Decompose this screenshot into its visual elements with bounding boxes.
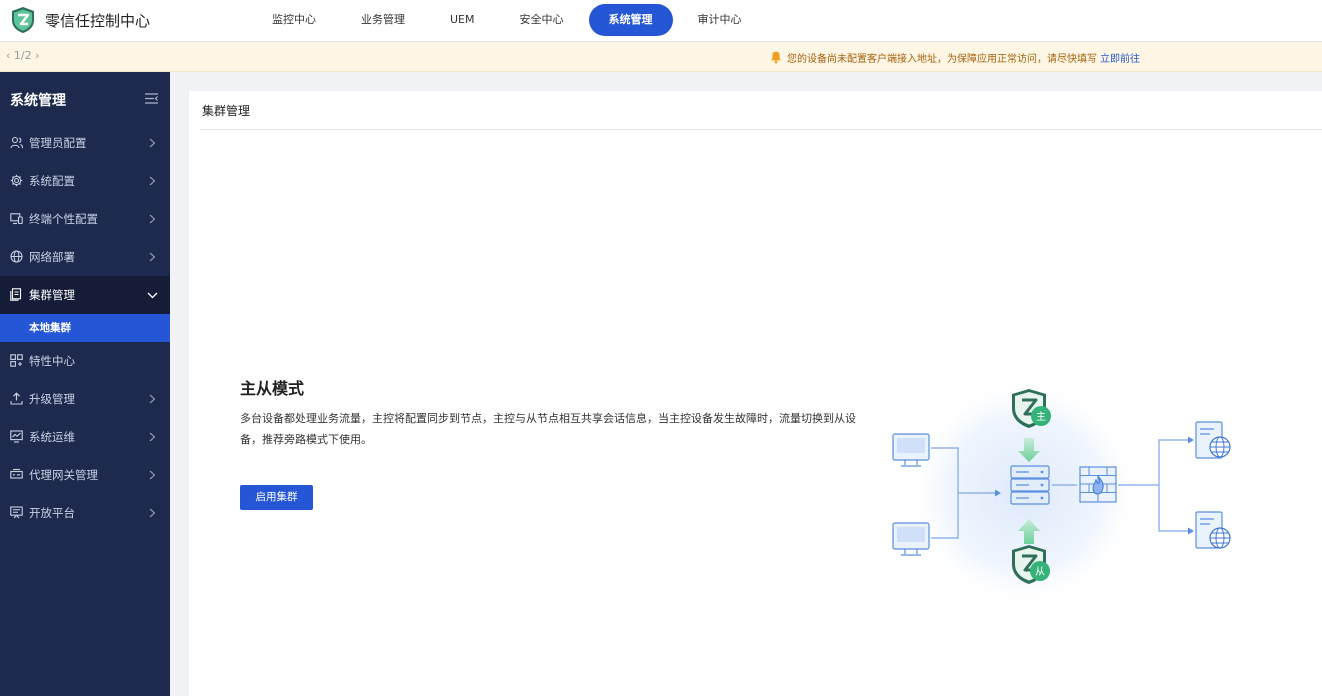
nav-uem[interactable]: UEM — [430, 4, 495, 36]
sidebar-item-proxy-gateway[interactable]: 代理网关管理 — [0, 456, 170, 494]
sidebar-item-ops[interactable]: 系统运维 — [0, 418, 170, 456]
globe-icon — [10, 250, 23, 263]
master-badge-label: 主 — [1036, 411, 1046, 423]
web-server-icon — [1195, 511, 1231, 549]
nav-business[interactable]: 业务管理 — [341, 4, 425, 36]
bell-icon — [771, 51, 781, 64]
sidebar-item-upgrade[interactable]: 升级管理 — [0, 380, 170, 418]
sidebar-item-open-platform[interactable]: 开放平台 — [0, 494, 170, 532]
apps-icon — [10, 354, 23, 367]
upload-icon — [10, 392, 23, 405]
title-divider — [200, 129, 1322, 130]
sidebar-subitem-local-cluster[interactable]: 本地集群 — [0, 314, 170, 342]
sidebar-item-label: 特性中心 — [29, 354, 75, 368]
cluster-icon — [10, 288, 22, 301]
chevron-right-icon — [149, 252, 156, 262]
mode-title: 主从模式 — [240, 379, 305, 398]
sidebar-item-label: 管理员配置 — [29, 136, 87, 150]
sidebar-item-label: 终端个性配置 — [29, 212, 98, 226]
sidebar-item-cluster-management[interactable]: 集群管理 — [0, 276, 170, 314]
cluster-diagram: 主 从 — [892, 383, 1231, 601]
firewall-icon — [1079, 466, 1117, 503]
main-content: 集群管理 主从模式 多台设备都处理业务流量，主控将配置同步到节点，主控与从节点相… — [189, 91, 1322, 696]
chevron-right-icon — [149, 432, 156, 442]
enable-cluster-button[interactable]: 启用集群 — [240, 485, 313, 510]
chevron-right-icon — [149, 394, 156, 404]
chevron-right-icon — [149, 470, 156, 480]
user-group-icon — [10, 136, 23, 149]
chevron-down-icon — [147, 292, 158, 299]
arrow-head — [1188, 527, 1194, 535]
nav-security[interactable]: 安全中心 — [500, 4, 584, 36]
sidebar: 系统管理 管理员配置 系统配置 终端个性配置 网络部署 集群管理 本地集群 特性… — [0, 72, 170, 696]
sidebar-item-label: 代理网关管理 — [29, 468, 98, 482]
chevron-right-icon — [149, 508, 156, 518]
connector-line — [1158, 485, 1191, 532]
notice-pager[interactable]: ‹ 1/2 › — [6, 49, 40, 62]
nav-monitoring[interactable]: 监控中心 — [252, 4, 336, 36]
sidebar-item-admin-config[interactable]: 管理员配置 — [0, 124, 170, 162]
top-navigation-bar: 零信任控制中心 监控中心 业务管理 UEM 安全中心 系统管理 审计中心 — [0, 0, 1322, 42]
chevron-right-icon — [149, 138, 156, 148]
sidebar-item-feature-center[interactable]: 特性中心 — [0, 342, 170, 380]
sidebar-item-label: 网络部署 — [29, 250, 75, 264]
sidebar-item-label: 系统配置 — [29, 174, 75, 188]
sidebar-title: 系统管理 — [10, 93, 66, 109]
chevron-right-icon — [149, 176, 156, 186]
slave-badge-label: 从 — [1035, 567, 1045, 578]
sidebar-item-network-deploy[interactable]: 网络部署 — [0, 238, 170, 276]
client-computer-icon — [892, 522, 930, 556]
app-logo-icon — [12, 7, 34, 33]
page-title: 集群管理 — [202, 104, 251, 118]
sidebar-item-label: 开放平台 — [29, 506, 75, 520]
notice-bar: ‹ 1/2 › 您的设备尚未配置客户端接入地址，为保障应用正常访问，请尽快填写 … — [0, 42, 1322, 72]
open-platform-icon — [10, 506, 23, 519]
monitor-chart-icon — [10, 430, 23, 443]
devices-icon — [10, 213, 23, 225]
notice-go-link[interactable]: 立即前往 — [1100, 50, 1140, 65]
gateway-icon — [10, 468, 23, 479]
nav-system[interactable]: 系统管理 — [588, 4, 673, 36]
nav-audit[interactable]: 审计中心 — [678, 4, 762, 36]
collapse-menu-icon[interactable] — [145, 93, 158, 104]
sidebar-header: 系统管理 — [0, 72, 170, 124]
sidebar-item-label: 升级管理 — [29, 392, 75, 406]
main-nav: 监控中心 业务管理 UEM 安全中心 系统管理 审计中心 — [252, 4, 767, 36]
web-server-icon — [1195, 421, 1231, 459]
sidebar-item-label: 集群管理 — [29, 288, 75, 302]
notice-message: 您的设备尚未配置客户端接入地址，为保障应用正常访问，请尽快填写 — [787, 54, 1097, 65]
mode-description: 多台设备都处理业务流量，主控将配置同步到节点，主控与从节点相互共享会话信息，当主… — [240, 412, 856, 446]
sidebar-item-system-config[interactable]: 系统配置 — [0, 162, 170, 200]
sidebar-item-label: 系统运维 — [29, 430, 75, 444]
arrow-head — [1188, 436, 1194, 444]
app-title: 零信任控制中心 — [45, 12, 151, 30]
sidebar-item-terminal-config[interactable]: 终端个性配置 — [0, 200, 170, 238]
server-icon — [1010, 465, 1050, 505]
gear-icon — [10, 174, 23, 187]
chevron-right-icon — [149, 214, 156, 224]
